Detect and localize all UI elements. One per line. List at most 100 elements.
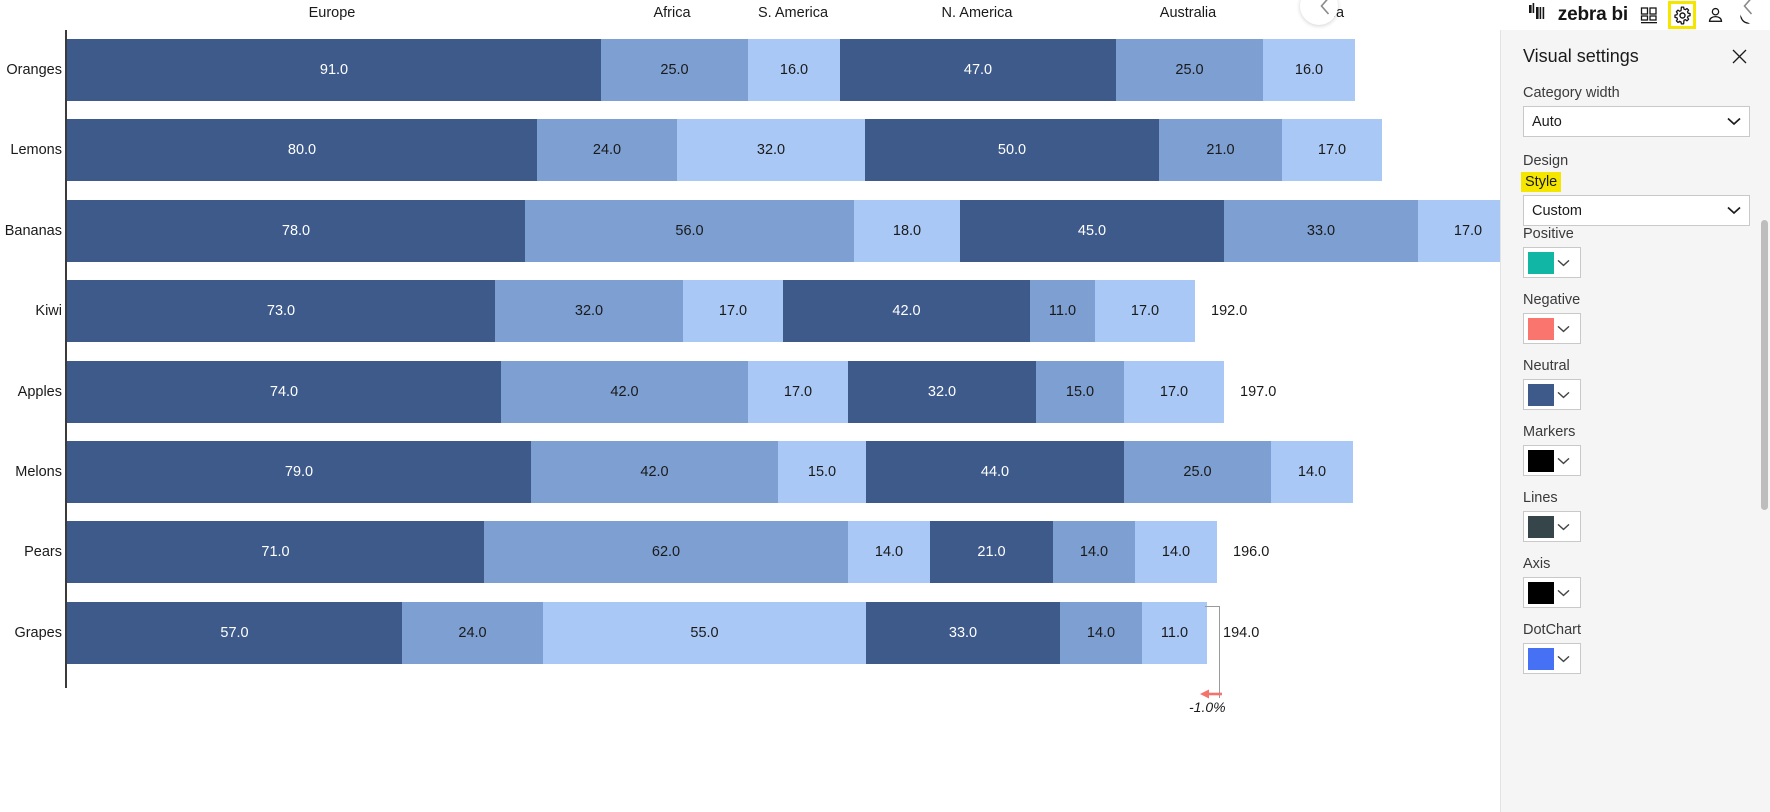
bar-segment[interactable]: 16.0 <box>748 39 840 101</box>
bar-segment[interactable]: 42.0 <box>783 280 1030 343</box>
bar-segment[interactable]: 14.0 <box>848 521 930 584</box>
column-header-s-america: S. America <box>757 5 829 21</box>
bar-segment[interactable]: 50.0 <box>865 119 1159 182</box>
bar-segment[interactable]: 56.0 <box>525 199 854 262</box>
bar-segment[interactable]: 42.0 <box>501 360 748 423</box>
chevron-left-icon-2 <box>1743 0 1753 15</box>
zebra-bi-visual: Europe Africa S. America N. America Australi… <box>0 0 1770 812</box>
chart-row: Apples 74.0 42.0 17.0 32.0 15.0 17.0 197.0 <box>0 352 1500 432</box>
bar-segment[interactable]: 32.0 <box>848 360 1036 423</box>
bar-segment[interactable]: 21.0 <box>1159 119 1282 182</box>
chevron-down-icon <box>1557 386 1570 404</box>
column-header-africa: Africa <box>653 5 691 21</box>
bar-segment[interactable]: 15.0 <box>1036 360 1124 423</box>
bar-segment[interactable]: 78.0 <box>67 199 525 262</box>
negative-color-label: Negative <box>1523 292 1581 308</box>
row-total-label: 196.0 <box>1233 544 1270 561</box>
gear-icon[interactable] <box>1668 1 1696 29</box>
dotchart-color-picker[interactable] <box>1523 643 1581 674</box>
dotchart-color-label: DotChart <box>1523 622 1582 638</box>
lines-color-label: Lines <box>1523 490 1558 506</box>
bar-segment[interactable]: 17.0 <box>683 280 783 343</box>
bar-segment[interactable]: 73.0 <box>67 280 495 343</box>
zebra-bi-logo: zebra bi <box>1528 2 1628 28</box>
user-icon[interactable] <box>1703 3 1727 27</box>
chart-row: Pears 71.0 62.0 14.0 21.0 14.0 14.0 196.0 <box>0 512 1500 592</box>
bar-segment[interactable]: 18.0 <box>854 199 960 262</box>
chart-rows: Oranges 91.0 25.0 16.0 47.0 25.0 16.0 Lemons 80.… <box>0 30 1518 690</box>
chart-row: Grapes 57.0 24.0 55.0 33.0 14.0 11.0 194.0 <box>0 593 1500 673</box>
bar-segment[interactable]: 57.0 <box>67 601 402 664</box>
bar-segment[interactable]: 16.0 <box>1263 39 1355 101</box>
bar-segment[interactable]: 11.0 <box>1142 601 1207 664</box>
close-icon[interactable] <box>1728 45 1750 67</box>
bar-segment[interactable]: 21.0 <box>930 521 1053 584</box>
bar-segment[interactable]: 33.0 <box>866 601 1060 664</box>
bar-segment[interactable]: 14.0 <box>1060 601 1142 664</box>
chart-row: Lemons 80.0 24.0 32.0 50.0 21.0 17.0 <box>0 110 1500 190</box>
bar-segment[interactable]: 17.0 <box>1282 119 1382 182</box>
bar-segment[interactable]: 24.0 <box>402 601 543 664</box>
markers-color-picker[interactable] <box>1523 445 1581 476</box>
bar-segment[interactable]: 24.0 <box>537 119 677 182</box>
visual-toolbar: zebra bi <box>1513 0 1770 30</box>
style-select[interactable]: CustomDefaultModernClassic <box>1523 195 1750 226</box>
bar-segment[interactable]: 17.0 <box>1124 360 1224 423</box>
panel-scrollbar[interactable] <box>1761 220 1768 510</box>
neutral-color-label: Neutral <box>1523 358 1570 374</box>
chevron-down-icon <box>1557 254 1570 272</box>
category-width-select[interactable]: AutoFixedFit to width <box>1523 106 1750 137</box>
bar-segment[interactable]: 14.0 <box>1271 441 1353 503</box>
bar-track: 80.0 24.0 32.0 50.0 21.0 17.0 <box>67 119 1382 182</box>
chevron-down-icon <box>1557 452 1570 470</box>
bar-segment[interactable]: 74.0 <box>67 360 501 423</box>
row-total-label: 192.0 <box>1211 303 1248 320</box>
bar-segment[interactable]: 33.0 <box>1224 199 1418 262</box>
bar-track: 91.0 25.0 16.0 47.0 25.0 16.0 <box>67 39 1355 101</box>
bar-segment[interactable]: 42.0 <box>531 441 778 503</box>
brand-text: zebra bi <box>1557 4 1628 25</box>
bar-segment[interactable]: 44.0 <box>866 441 1124 503</box>
stacked-bar-chart: Europe Africa S. America N. America Australi… <box>0 0 1567 812</box>
positive-color-swatch <box>1528 251 1554 274</box>
bar-segment[interactable]: 45.0 <box>960 199 1224 262</box>
bar-track: 73.0 32.0 17.0 42.0 11.0 17.0 <box>67 280 1195 343</box>
layout-grid-icon[interactable] <box>1637 3 1661 27</box>
bar-segment[interactable]: 11.0 <box>1030 280 1095 343</box>
bar-segment[interactable]: 17.0 <box>1095 280 1195 343</box>
bar-segment[interactable]: 32.0 <box>495 280 683 343</box>
neutral-color-swatch <box>1528 383 1554 406</box>
bar-segment[interactable]: 80.0 <box>67 119 537 182</box>
axis-color-picker[interactable] <box>1523 577 1581 608</box>
lines-color-picker[interactable] <box>1523 511 1581 542</box>
bar-track: 74.0 42.0 17.0 32.0 15.0 17.0 <box>67 360 1224 423</box>
panel-header: Visual settings <box>1501 30 1770 77</box>
bar-track: 71.0 62.0 14.0 21.0 14.0 14.0 <box>67 521 1217 584</box>
bar-segment[interactable]: 15.0 <box>778 441 866 503</box>
row-label-apples: Apples <box>17 383 62 400</box>
bar-segment[interactable]: 25.0 <box>601 39 748 101</box>
positive-color-picker[interactable] <box>1523 247 1581 278</box>
category-width-field: AutoFixedFit to width <box>1523 106 1750 137</box>
bar-segment[interactable]: 14.0 <box>1053 521 1135 584</box>
lines-color-swatch <box>1528 515 1554 538</box>
visual-settings-panel: Visual settings Category width AutoFixed… <box>1500 30 1770 812</box>
bar-segment[interactable]: 32.0 <box>677 119 865 182</box>
bar-segment[interactable]: 47.0 <box>840 39 1116 101</box>
bar-segment[interactable]: 25.0 <box>1116 39 1263 101</box>
chevron-down-icon <box>1557 650 1570 668</box>
column-header-australia: Australia <box>1159 5 1217 21</box>
bar-segment[interactable]: 79.0 <box>67 441 531 503</box>
bar-segment[interactable]: 62.0 <box>484 521 848 584</box>
bar-segment[interactable]: 14.0 <box>1135 521 1217 584</box>
bar-segment[interactable]: 55.0 <box>543 601 866 664</box>
bar-segment[interactable]: 17.0 <box>748 360 848 423</box>
zebra-bars-icon <box>1528 2 1552 28</box>
bar-segment[interactable]: 25.0 <box>1124 441 1271 503</box>
variance-connector-top <box>1205 606 1220 607</box>
bar-segment[interactable]: 91.0 <box>67 39 601 101</box>
row-total-label: 197.0 <box>1240 383 1277 400</box>
negative-color-picker[interactable] <box>1523 313 1581 344</box>
bar-segment[interactable]: 71.0 <box>67 521 484 584</box>
neutral-color-picker[interactable] <box>1523 379 1581 410</box>
